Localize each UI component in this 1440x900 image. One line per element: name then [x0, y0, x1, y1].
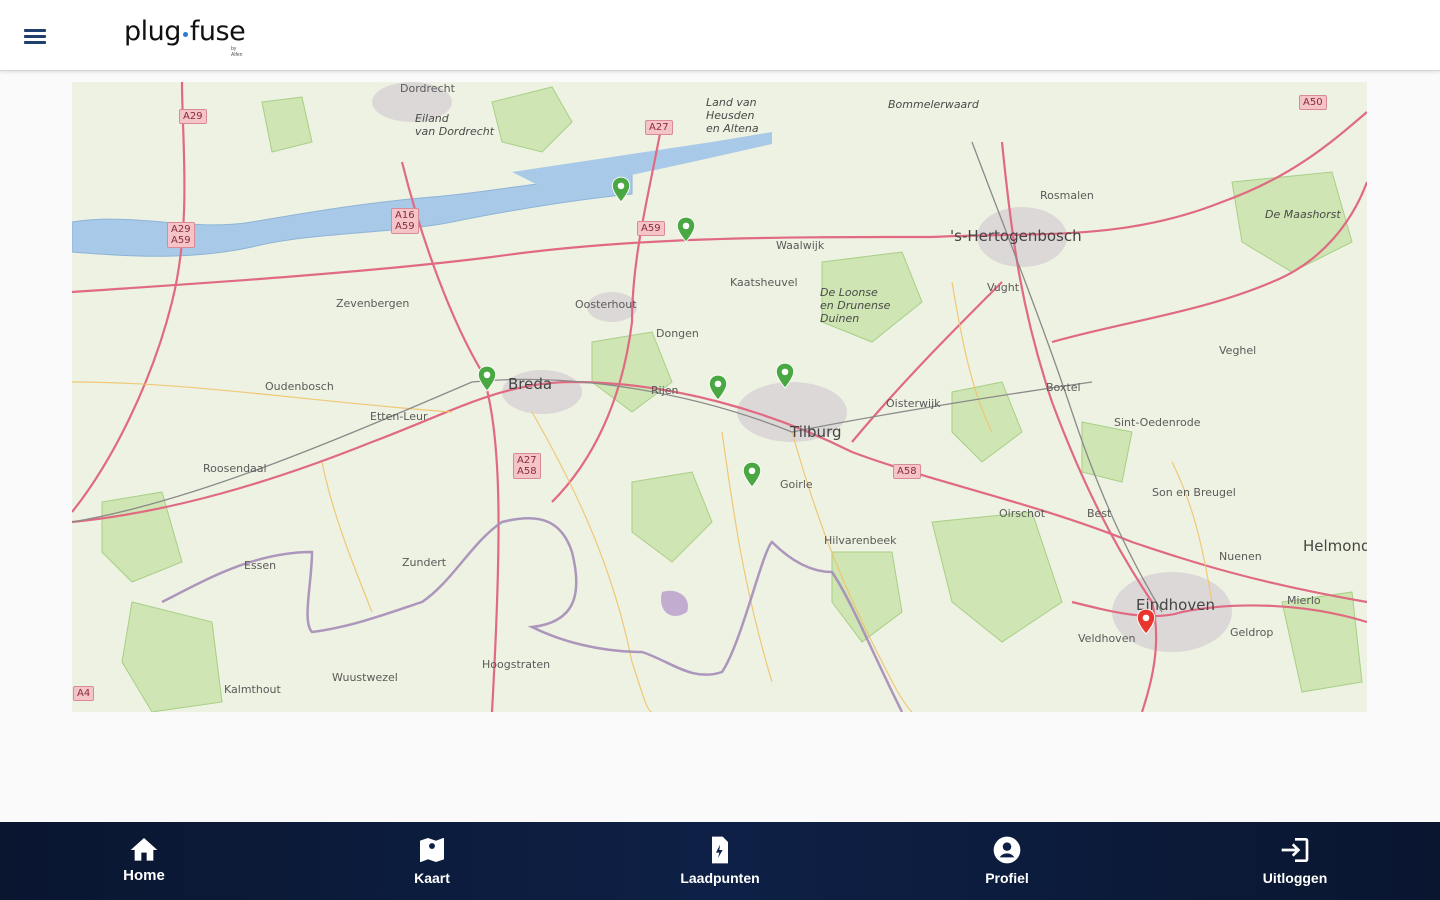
map-place-label: Oisterwijk: [886, 397, 941, 410]
forest-10: [931, 511, 1063, 643]
map-marker-red-icon[interactable]: [1135, 608, 1157, 636]
map-place-label: Boxtel: [1046, 381, 1081, 394]
map-place-label: Helmond: [1303, 537, 1367, 555]
map-place-label: Breda: [508, 375, 553, 393]
border-village: [661, 590, 688, 616]
forest-8: [1081, 421, 1133, 483]
forest-5: [631, 471, 713, 563]
road-shield: A59: [637, 221, 665, 236]
road-a29: [72, 82, 186, 513]
nav-item-profiel[interactable]: Profiel: [947, 822, 1067, 900]
nav-label-laadpunten: Laadpunten: [680, 870, 760, 886]
nav-item-uitloggen[interactable]: Uitloggen: [1235, 822, 1355, 900]
map-place-label: Nuenen: [1219, 550, 1262, 563]
nav-label-profiel: Profiel: [985, 870, 1029, 886]
map-place-label: Rijen: [651, 384, 679, 397]
road-a16: [400, 161, 500, 712]
logo-dot-icon: [182, 32, 188, 37]
map-place-label: Eiland van Dordrecht: [415, 112, 495, 138]
forest-13: [121, 601, 223, 712]
map-place-label: De Maashorst: [1265, 208, 1341, 221]
map-place-label: Oudenbosch: [265, 380, 334, 393]
map-place-label: Kaatsheuvel: [730, 276, 798, 289]
map-marker-green-icon[interactable]: [610, 176, 632, 204]
map-place-label: Oirschot: [999, 507, 1046, 520]
nav-label-home: Home: [123, 867, 165, 884]
map-place-label: Kalmthout: [224, 683, 281, 696]
map-place-label: Goirle: [780, 478, 813, 491]
charger-icon: [712, 836, 728, 864]
map-place-label: Geldrop: [1230, 626, 1274, 639]
road-shield: A27: [645, 120, 673, 135]
map-marker-green-icon[interactable]: [675, 216, 697, 244]
map-marker-green-icon[interactable]: [741, 461, 763, 489]
map-place-label: Roosendaal: [203, 462, 267, 475]
logo: plug fuse by Alfen: [124, 16, 246, 58]
forest-9: [831, 551, 903, 643]
map-place-label: Etten-Leur: [370, 410, 428, 423]
map-marker-green-icon[interactable]: [774, 362, 796, 390]
nav-item-laadpunten[interactable]: Laadpunten: [660, 822, 780, 900]
road-a59: [72, 111, 1367, 294]
map-place-label: Son en Breugel: [1152, 486, 1236, 499]
map-place-label: Best: [1087, 507, 1112, 520]
logo-text-plug: plug: [124, 16, 181, 47]
map-marker-green-icon[interactable]: [707, 374, 729, 402]
map-place-label: Waalwijk: [776, 239, 825, 252]
logo-text-fuse: fuse: [189, 16, 246, 47]
map-place-label: Bommelerwaard: [888, 98, 979, 111]
map-place-label: Veghel: [1219, 344, 1257, 357]
nav-label-kaart: Kaart: [414, 870, 450, 886]
road-shield: A16 A59: [391, 208, 419, 234]
nav-item-kaart[interactable]: Kaart: [372, 822, 492, 900]
menu-button[interactable]: [20, 22, 52, 50]
account-icon: [993, 836, 1021, 864]
road-shield: A29: [179, 109, 207, 124]
map-place-label: Zevenbergen: [336, 297, 410, 310]
nav-label-uitloggen: Uitloggen: [1262, 870, 1328, 886]
map-place-label: Wuustwezel: [332, 671, 398, 684]
road-shield: A29 A59: [167, 222, 195, 248]
map-icon: [420, 838, 444, 862]
map-place-label: Veldhoven: [1078, 632, 1136, 645]
map-place-label: Hoogstraten: [482, 658, 551, 671]
map-place-label: Essen: [244, 559, 277, 572]
forest-1: [491, 86, 573, 153]
map-view[interactable]: Dordrecht Eiland van Dordrecht Land van Heus…: [72, 82, 1367, 712]
map-place-label: Tilburg: [790, 423, 842, 441]
bottom-navigation: Home Kaart Laadpunten Profiel Uitloggen: [0, 822, 1440, 900]
forest-7: [1231, 171, 1353, 273]
forest-4: [591, 331, 673, 413]
map-place-label: Land van Heusden en Altena: [706, 96, 759, 135]
home-icon: [130, 838, 158, 861]
map-place-label: Dongen: [656, 327, 699, 340]
nav-item-home[interactable]: Home: [84, 822, 204, 900]
map-place-label: Oosterhout: [575, 298, 637, 311]
top-app-bar: plug fuse by Alfen: [0, 0, 1440, 71]
map-place-label: Sint-Oedenrode: [1114, 416, 1201, 429]
logout-icon: [1281, 838, 1309, 862]
map-place-label: Vught: [987, 281, 1020, 294]
map-place-label: De Loonse en Drunense Duinen: [820, 286, 891, 325]
road-shield: A50: [1299, 95, 1327, 110]
map-marker-green-icon[interactable]: [476, 365, 498, 393]
map-place-label: 's-Hertogenbosch: [950, 227, 1082, 245]
map-place-label: Hilvarenbeek: [824, 534, 897, 547]
map-place-label: Rosmalen: [1040, 189, 1094, 202]
road-shield: A58: [893, 464, 921, 479]
map-place-label: Dordrecht: [400, 82, 455, 95]
forest-2: [261, 96, 313, 153]
road-shield: A4: [73, 686, 95, 701]
logo-subtitle: by Alfen: [231, 46, 243, 58]
map-place-label: Mierlo: [1287, 594, 1321, 607]
road-shield: A27 A58: [513, 453, 541, 479]
map-place-label: Zundert: [402, 556, 447, 569]
